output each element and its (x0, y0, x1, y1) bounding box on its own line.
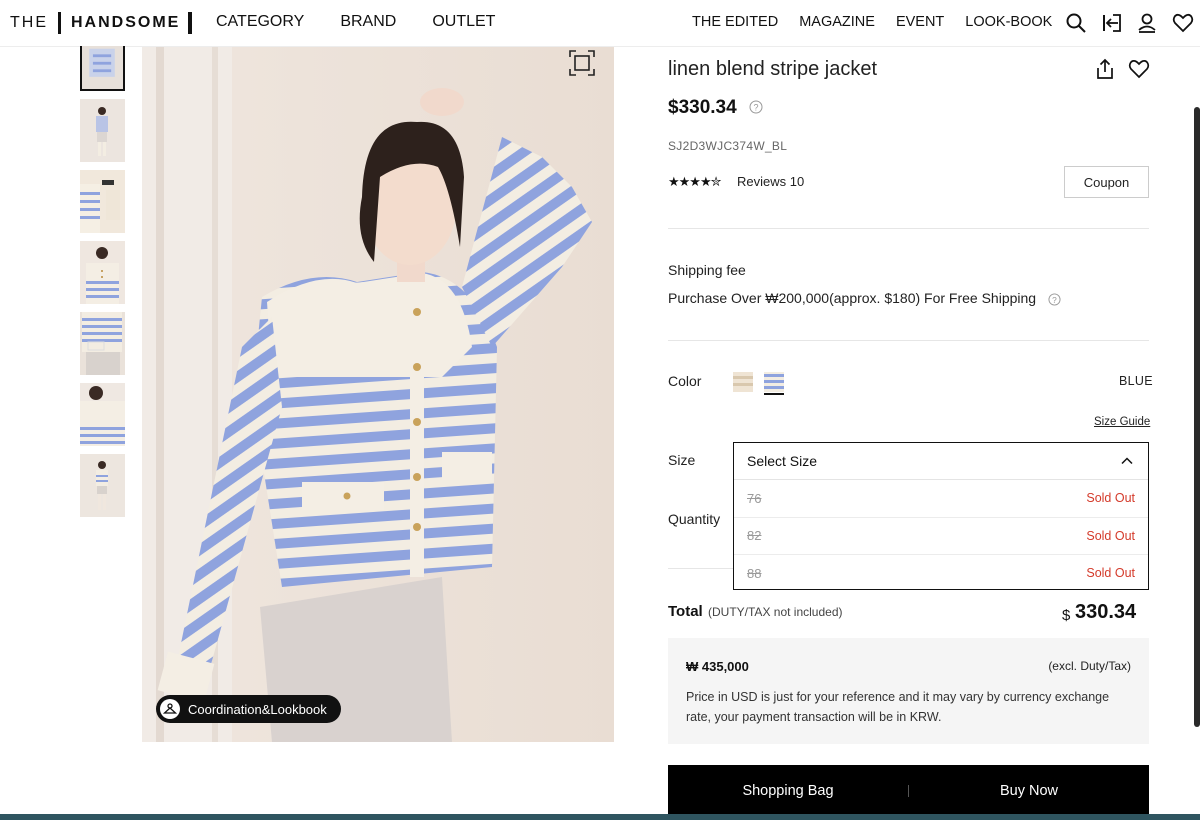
price-help-icon[interactable]: ? (749, 100, 763, 114)
chevron-up-icon (1120, 454, 1134, 468)
nav-brand[interactable]: BRAND (340, 13, 396, 31)
total-note: (DUTY/TAX not included) (708, 605, 843, 619)
product-photo (142, 47, 614, 742)
size-guide-link[interactable]: Size Guide (1094, 416, 1150, 428)
main-product-image[interactable]: Coordination&Lookbook (142, 47, 614, 742)
main-nav: CATEGORY BRAND OUTLET (216, 13, 531, 31)
shipping-label: Shipping fee (668, 262, 746, 278)
nav-magazine[interactable]: MAGAZINE (799, 14, 875, 30)
shipping-text: Purchase Over ₩200,000(approx. $180) For… (668, 290, 1037, 306)
gallery-thumbnail-4[interactable] (80, 241, 125, 304)
sold-out-label: Sold Out (1086, 528, 1135, 543)
search-icon[interactable] (1065, 12, 1087, 34)
buy-now-button[interactable]: Buy Now (909, 765, 1149, 817)
product-sku: SJ2D3WJC374W_BL (668, 139, 788, 153)
size-option-value: 76 (747, 490, 762, 506)
size-option-value: 82 (747, 528, 762, 544)
purchase-action-bar: Shopping Bag Buy Now (668, 765, 1149, 817)
coupon-button[interactable]: Coupon (1064, 166, 1149, 198)
svg-text:?: ? (1052, 295, 1057, 305)
divider (668, 340, 1149, 341)
logo-bar (188, 12, 193, 34)
svg-text:?: ? (753, 103, 758, 113)
gallery-thumbnail-2[interactable] (80, 99, 125, 162)
product-title: linen blend stripe jacket (668, 58, 878, 80)
nav-look-book[interactable]: LOOK-BOOK (965, 14, 1052, 30)
selected-color-value: BLUE (1119, 374, 1153, 388)
hanger-icon (160, 699, 180, 719)
logo-brand: HANDSOME (71, 14, 181, 31)
gallery-thumbnail-6[interactable] (80, 383, 125, 446)
nav-event[interactable]: EVENT (896, 14, 944, 30)
nav-outlet[interactable]: OUTLET (432, 13, 495, 31)
size-option[interactable]: 76 Sold Out (734, 480, 1148, 518)
gallery-thumbnail-5[interactable] (80, 312, 125, 375)
product-price: $330.34 (668, 97, 737, 118)
size-select-trigger[interactable]: Select Size (734, 443, 1148, 480)
gallery-thumbnail-7[interactable] (80, 454, 125, 517)
shopping-bag-button[interactable]: Shopping Bag (668, 765, 908, 817)
bottom-edge (0, 814, 1200, 820)
reviews-link[interactable]: Reviews 10 (737, 174, 804, 189)
shipping-help-icon[interactable]: ? (1048, 293, 1061, 306)
total-value: 330.34 (1075, 601, 1137, 623)
size-option[interactable]: 82 Sold Out (734, 518, 1148, 556)
share-icon[interactable] (1094, 58, 1116, 80)
color-swatch-blue[interactable] (764, 372, 784, 395)
currency-notice-text: Price in USD is just for your reference … (686, 690, 1110, 724)
total-label: Total (668, 603, 703, 620)
gallery-thumbnail-3[interactable] (80, 170, 125, 233)
total-currency: $ (1062, 607, 1071, 624)
nav-the-edited[interactable]: THE EDITED (692, 14, 778, 30)
logo-divider (58, 12, 61, 34)
logout-icon[interactable] (1101, 12, 1123, 34)
account-icon[interactable] (1136, 12, 1158, 34)
heart-icon[interactable] (1128, 58, 1150, 80)
rating-stars-icon: ★★★★✮ (668, 174, 722, 189)
color-label: Color (668, 373, 702, 389)
divider (668, 228, 1149, 229)
site-header: THE HANDSOME CATEGORY BRAND OUTLET THE E… (0, 0, 1200, 46)
nav-category[interactable]: CATEGORY (216, 13, 304, 31)
excl-duty-label: (excl. Duty/Tax) (1048, 659, 1131, 673)
sold-out-label: Sold Out (1086, 491, 1135, 506)
scrollbar-thumb[interactable] (1194, 107, 1200, 727)
logo-the: THE (10, 14, 48, 31)
coordination-label: Coordination&Lookbook (188, 701, 327, 717)
wishlist-icon[interactable] (1172, 12, 1194, 34)
color-swatch-beige[interactable] (733, 372, 753, 392)
currency-notice: ₩ 435,000 (excl. Duty/Tax) Price in USD … (668, 638, 1149, 744)
krw-price: ₩ 435,000 (686, 659, 749, 674)
quantity-label: Quantity (668, 511, 721, 527)
size-select-placeholder: Select Size (747, 453, 818, 469)
size-label: Size (668, 452, 696, 468)
site-logo[interactable]: THE HANDSOME (10, 12, 193, 34)
size-select-dropdown[interactable]: Select Size 76 Sold Out 82 Sold Out 88 S… (733, 442, 1149, 590)
secondary-nav: THE EDITED MAGAZINE EVENT LOOK-BOOK (692, 14, 1073, 30)
size-option-value: 88 (747, 565, 762, 581)
sold-out-label: Sold Out (1086, 566, 1135, 581)
size-option[interactable]: 88 Sold Out (734, 555, 1148, 592)
coordination-lookbook-button[interactable]: Coordination&Lookbook (156, 695, 341, 723)
zoom-icon[interactable] (569, 50, 595, 76)
